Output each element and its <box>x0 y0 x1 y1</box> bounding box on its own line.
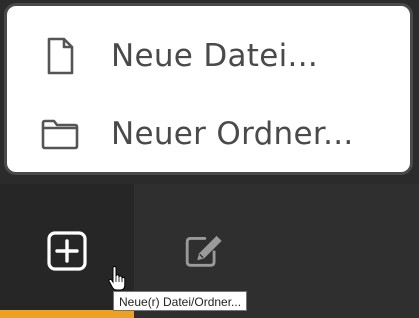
plus-square-icon <box>46 230 88 272</box>
folder-icon <box>40 114 80 154</box>
screen: Neue Datei... Neuer Ordner... Neue(r) Da… <box>0 0 419 318</box>
hand-cursor-icon <box>108 265 126 292</box>
menu-item-new-file[interactable]: Neue Datei... <box>7 24 410 88</box>
active-indicator <box>0 310 134 318</box>
menu-item-new-folder[interactable]: Neuer Ordner... <box>7 102 410 166</box>
file-icon <box>40 36 80 76</box>
menu-item-label: Neuer Ordner... <box>111 116 354 152</box>
menu-item-label: Neue Datei... <box>111 38 319 74</box>
tooltip: Neue(r) Datei/Ordner... <box>113 291 248 311</box>
edit-icon <box>183 230 225 272</box>
new-item-popup-menu: Neue Datei... Neuer Ordner... <box>4 3 413 175</box>
